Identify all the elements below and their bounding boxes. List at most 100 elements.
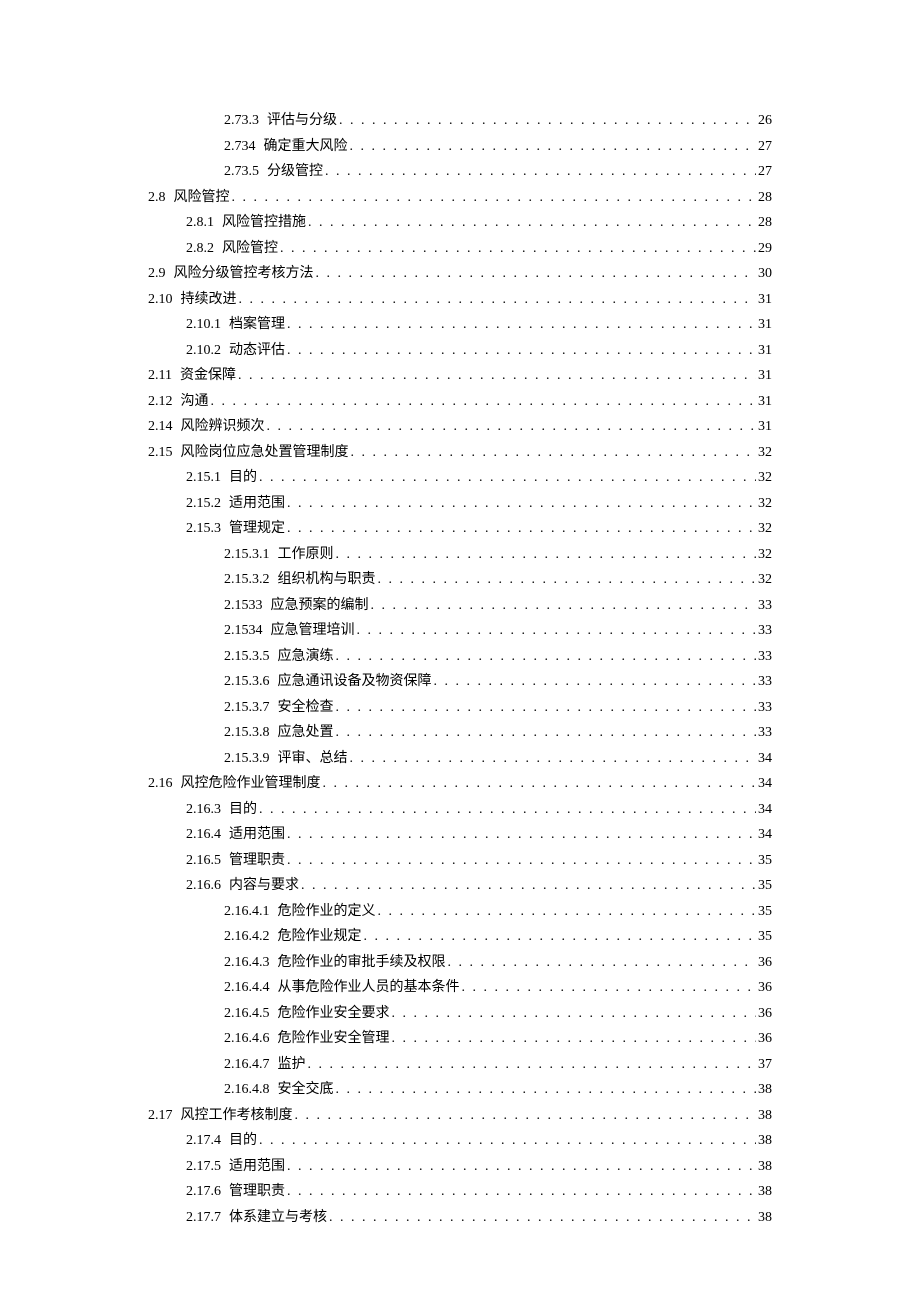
toc-leader-dots [351, 440, 757, 466]
toc-number: 2.16.4.3 [224, 950, 270, 976]
toc-number: 2.734 [224, 134, 256, 160]
toc-number: 2.8.2 [186, 236, 214, 262]
toc-entry: 2.15.3.5应急演练33 [148, 644, 772, 670]
toc-page-number: 35 [758, 848, 772, 874]
toc-number: 2.12 [148, 389, 173, 415]
toc-leader-dots [329, 1205, 756, 1231]
toc-number: 2.15.3.7 [224, 695, 270, 721]
toc-page-number: 34 [758, 746, 772, 772]
toc-page-number: 33 [758, 593, 772, 619]
toc-title: 危险作业安全要求 [278, 1001, 390, 1027]
toc-leader-dots [350, 134, 757, 160]
toc-page-number: 32 [758, 567, 772, 593]
toc-title: 确定重大风险 [264, 134, 348, 160]
toc-number: 2.16.4.2 [224, 924, 270, 950]
toc-number: 2.11 [148, 363, 172, 389]
toc-leader-dots [287, 338, 756, 364]
toc-entry: 2.12沟通31 [148, 389, 772, 415]
toc-title: 风险辨识频次 [181, 414, 265, 440]
toc-leader-dots [287, 1179, 756, 1205]
toc-entry: 2.8风险管控28 [148, 185, 772, 211]
toc-title: 管理职责 [229, 848, 285, 874]
toc-title: 应急管理培训 [271, 618, 355, 644]
toc-number: 2.16.4.1 [224, 899, 270, 925]
toc-leader-dots [339, 108, 756, 134]
toc-entry: 2.15.3.7安全检查33 [148, 695, 772, 721]
toc-number: 2.16.4.7 [224, 1052, 270, 1078]
toc-leader-dots [259, 1128, 756, 1154]
toc-entry: 2.14风险辨识频次31 [148, 414, 772, 440]
toc-title: 应急预案的编制 [271, 593, 369, 619]
toc-entry: 2.73.3评估与分级26 [148, 108, 772, 134]
toc-page-number: 31 [758, 287, 772, 313]
toc-page-number: 32 [758, 542, 772, 568]
toc-number: 2.16.6 [186, 873, 221, 899]
toc-title: 安全交底 [278, 1077, 334, 1103]
toc-entry: 2.10.1档案管理31 [148, 312, 772, 338]
toc-leader-dots [287, 848, 756, 874]
toc-page-number: 30 [758, 261, 772, 287]
toc-page-number: 38 [758, 1077, 772, 1103]
toc-leader-dots [357, 618, 757, 644]
toc-page-number: 27 [758, 159, 772, 185]
toc-page-number: 34 [758, 797, 772, 823]
toc-entry: 2.16.5管理职责35 [148, 848, 772, 874]
toc-leader-dots [211, 389, 757, 415]
toc-number: 2.16.4.6 [224, 1026, 270, 1052]
toc-entry: 2.9风险分级管控考核方法30 [148, 261, 772, 287]
toc-number: 2.16.4.4 [224, 975, 270, 1001]
document-page: 2.73.3评估与分级262.734确定重大风险272.73.5分级管控272.… [0, 0, 920, 1301]
toc-leader-dots [364, 924, 757, 950]
toc-title: 适用范围 [229, 491, 285, 517]
toc-number: 2.73.3 [224, 108, 259, 134]
toc-leader-dots [238, 363, 756, 389]
toc-title: 危险作业规定 [278, 924, 362, 950]
toc-leader-dots [267, 414, 757, 440]
toc-title: 分级管控 [267, 159, 323, 185]
toc-entry: 2.15.3.1工作原则32 [148, 542, 772, 568]
toc-title: 从事危险作业人员的基本条件 [278, 975, 460, 1001]
toc-leader-dots [336, 695, 757, 721]
toc-leader-dots [378, 899, 757, 925]
toc-page-number: 36 [758, 1001, 772, 1027]
toc-page-number: 38 [758, 1205, 772, 1231]
toc-number: 2.9 [148, 261, 166, 287]
toc-page-number: 36 [758, 1026, 772, 1052]
toc-entry: 2.16.4.8安全交底38 [148, 1077, 772, 1103]
toc-leader-dots [316, 261, 757, 287]
toc-page-number: 28 [758, 185, 772, 211]
toc-leader-dots [287, 516, 756, 542]
toc-title: 应急通讯设备及物资保障 [278, 669, 432, 695]
toc-leader-dots [462, 975, 757, 1001]
toc-leader-dots [378, 567, 757, 593]
toc-leader-dots [336, 1077, 757, 1103]
toc-entry: 2.16.4.2危险作业规定35 [148, 924, 772, 950]
toc-page-number: 32 [758, 516, 772, 542]
toc-leader-dots [325, 159, 756, 185]
toc-page-number: 32 [758, 465, 772, 491]
toc-page-number: 38 [758, 1128, 772, 1154]
toc-page-number: 31 [758, 389, 772, 415]
toc-number: 2.1534 [224, 618, 263, 644]
toc-page-number: 31 [758, 338, 772, 364]
toc-number: 2.17.5 [186, 1154, 221, 1180]
toc-number: 2.15.3.6 [224, 669, 270, 695]
toc-entry: 2.11资金保障31 [148, 363, 772, 389]
toc-title: 评审、总结 [278, 746, 348, 772]
toc-number: 2.15.3.5 [224, 644, 270, 670]
toc-leader-dots [295, 1103, 757, 1129]
toc-page-number: 33 [758, 618, 772, 644]
toc-page-number: 27 [758, 134, 772, 160]
toc-title: 适用范围 [229, 822, 285, 848]
toc-page-number: 35 [758, 873, 772, 899]
toc-title: 风险管控 [222, 236, 278, 262]
toc-entry: 2.16.4适用范围34 [148, 822, 772, 848]
toc-page-number: 28 [758, 210, 772, 236]
toc-title: 目的 [229, 1128, 257, 1154]
toc-page-number: 29 [758, 236, 772, 262]
toc-title: 风险管控 [174, 185, 230, 211]
toc-page-number: 34 [758, 822, 772, 848]
toc-leader-dots [232, 185, 757, 211]
toc-leader-dots [308, 1052, 757, 1078]
toc-leader-dots [287, 491, 756, 517]
